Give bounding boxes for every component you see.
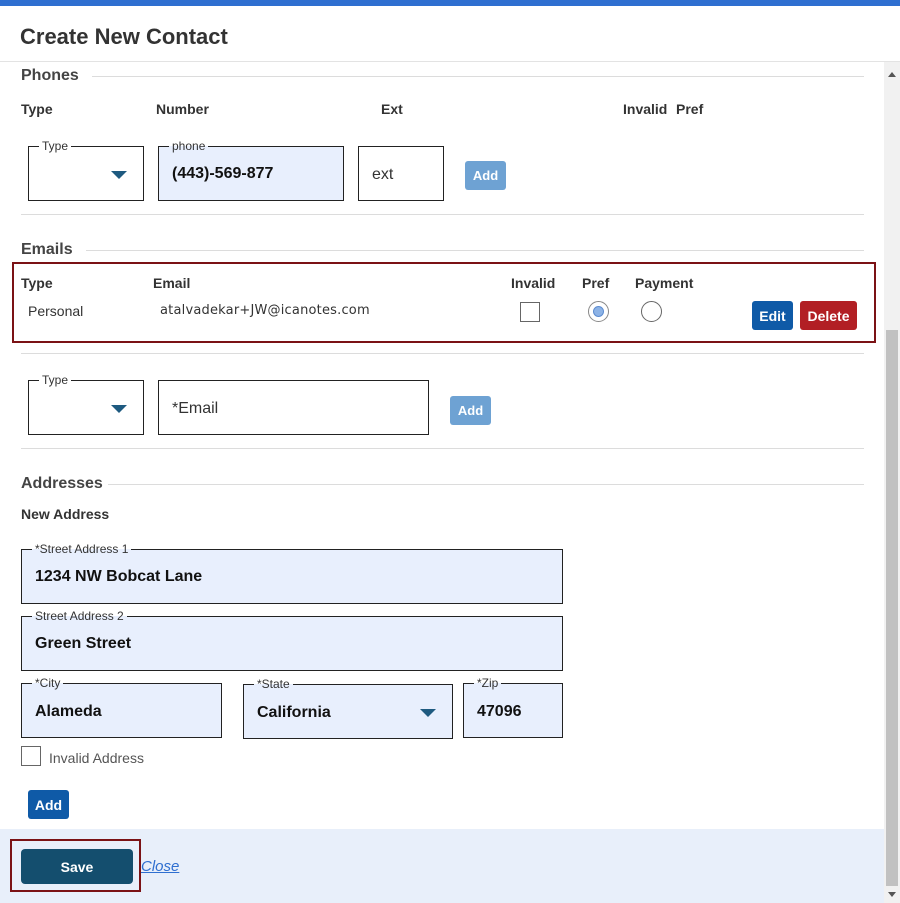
- invalid-address-checkbox[interactable]: [21, 746, 41, 766]
- invalid-address-label: Invalid Address: [49, 750, 144, 766]
- email-row-address: atalvadekar+JW@icanotes.com: [160, 303, 370, 318]
- scroll-up-icon[interactable]: [888, 72, 896, 77]
- emails-header-type: Type: [21, 275, 53, 291]
- emails-row-rule: [21, 353, 864, 354]
- zip-value: 47096: [477, 703, 522, 720]
- close-link[interactable]: Close: [141, 858, 179, 875]
- phones-header-pref: Pref: [676, 101, 704, 117]
- city-legend: *City: [32, 676, 64, 690]
- email-type-select[interactable]: Type: [28, 373, 144, 435]
- state-select[interactable]: *State California: [243, 677, 453, 739]
- emails-section-rule: [86, 250, 864, 251]
- scroll-down-icon[interactable]: [888, 892, 896, 897]
- email-type-legend: Type: [39, 373, 72, 387]
- street-address-1-legend: *Street Address 1: [32, 542, 132, 556]
- state-value: California: [257, 704, 331, 721]
- phone-type-select[interactable]: Type: [28, 139, 144, 201]
- emails-header-pref: Pref: [582, 275, 610, 291]
- phones-section-title: Phones: [21, 67, 79, 84]
- zip-input[interactable]: *Zip 47096: [463, 676, 563, 738]
- add-email-button[interactable]: Add: [450, 396, 491, 425]
- chevron-down-icon: [111, 171, 127, 179]
- addresses-section-title: Addresses: [21, 475, 103, 492]
- email-row-highlight: [12, 262, 876, 343]
- top-accent-bar: [0, 0, 900, 6]
- phones-header-ext: Ext: [381, 101, 403, 117]
- zip-legend: *Zip: [474, 676, 502, 690]
- delete-email-button[interactable]: Delete: [800, 301, 857, 330]
- state-legend: *State: [254, 677, 293, 691]
- dialog-title: Create New Contact: [20, 24, 228, 49]
- phones-header-type: Type: [21, 101, 53, 117]
- emails-bottom-rule: [21, 448, 864, 449]
- emails-header-invalid: Invalid: [511, 275, 556, 291]
- city-input[interactable]: *City Alameda: [21, 676, 222, 738]
- phones-bottom-rule: [21, 214, 864, 215]
- phone-type-legend: Type: [39, 139, 72, 153]
- addresses-section-rule: [108, 484, 864, 485]
- email-row-type: Personal: [28, 303, 84, 319]
- phone-ext-input[interactable]: ext: [358, 146, 444, 201]
- emails-header-payment: Payment: [635, 275, 694, 291]
- add-address-button[interactable]: Add: [28, 790, 69, 819]
- emails-header-email: Email: [153, 275, 191, 291]
- email-placeholder: *Email: [172, 400, 219, 417]
- email-input[interactable]: *Email: [158, 380, 429, 435]
- email-invalid-checkbox[interactable]: [520, 302, 540, 322]
- email-payment-radio[interactable]: [641, 301, 662, 322]
- scrollbar-thumb[interactable]: [886, 330, 898, 886]
- street-address-2-legend: Street Address 2: [32, 609, 127, 623]
- add-phone-button[interactable]: Add: [465, 161, 506, 190]
- chevron-down-icon: [111, 405, 127, 413]
- phone-ext-placeholder: ext: [372, 166, 394, 183]
- save-button[interactable]: Save: [21, 849, 133, 884]
- phones-header-number: Number: [156, 101, 209, 117]
- edit-email-button[interactable]: Edit: [752, 301, 793, 330]
- email-pref-radio[interactable]: [588, 301, 609, 322]
- phone-number-input[interactable]: phone (443)-569-877: [158, 139, 344, 201]
- street-address-2-input[interactable]: Street Address 2 Green Street: [21, 609, 563, 671]
- street-address-1-value: 1234 NW Bobcat Lane: [35, 568, 203, 585]
- phones-section-rule: [92, 76, 864, 77]
- title-divider: [0, 61, 900, 62]
- emails-section-title: Emails: [21, 241, 73, 258]
- chevron-down-icon: [420, 709, 436, 717]
- phones-header-invalid: Invalid: [623, 101, 668, 117]
- new-address-subtitle: New Address: [21, 506, 110, 522]
- phone-number-value: (443)-569-877: [172, 165, 274, 182]
- city-value: Alameda: [35, 703, 102, 720]
- street-address-2-value: Green Street: [35, 635, 132, 652]
- street-address-1-input[interactable]: *Street Address 1 1234 NW Bobcat Lane: [21, 542, 563, 604]
- phone-number-legend: phone: [169, 139, 209, 153]
